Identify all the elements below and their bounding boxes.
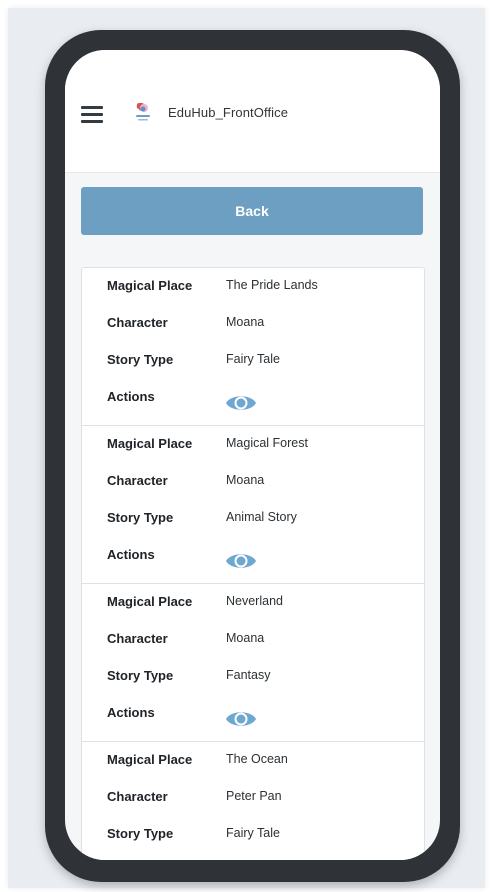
- app-screen: EduHub_FrontOffice Back Magical Place Th…: [65, 50, 440, 860]
- place-value: The Pride Lands: [226, 278, 318, 292]
- character-value: Peter Pan: [226, 789, 282, 803]
- character-value: Moana: [226, 315, 265, 329]
- story-type-label: Story Type: [107, 826, 174, 841]
- place-row: Magical Place Magical Forest: [82, 434, 424, 454]
- story-type-value: Fantasy: [226, 668, 271, 682]
- place-row: Magical Place Neverland: [82, 592, 424, 612]
- records-list: Magical Place The Pride Lands Character …: [81, 267, 425, 860]
- actions-label: Actions: [107, 547, 155, 562]
- character-label: Character: [107, 631, 168, 646]
- app-header: EduHub_FrontOffice: [65, 50, 440, 173]
- story-type-value: Animal Story: [226, 510, 297, 524]
- place-row: Magical Place The Pride Lands: [82, 276, 424, 296]
- story-type-row: Story Type Fairy Tale: [82, 350, 424, 370]
- app-title: EduHub_FrontOffice: [168, 105, 289, 120]
- menu-bar: [81, 113, 103, 116]
- place-value: The Ocean: [226, 752, 288, 766]
- actions-label: Actions: [107, 389, 155, 404]
- story-type-row: Story Type Fairy Tale: [82, 824, 424, 844]
- story-type-label: Story Type: [107, 510, 174, 525]
- character-value: Moana: [226, 473, 265, 487]
- story-type-row: Story Type Animal Story: [82, 508, 424, 528]
- character-label: Character: [107, 473, 168, 488]
- story-type-label: Story Type: [107, 668, 174, 683]
- menu-bar: [81, 106, 103, 109]
- place-label: Magical Place: [107, 278, 193, 293]
- place-label: Magical Place: [107, 752, 193, 767]
- app-logo-icon: [136, 103, 150, 121]
- story-type-value: Fairy Tale: [226, 352, 280, 366]
- character-row: Character Moana: [82, 629, 424, 649]
- eye-icon[interactable]: [225, 550, 257, 572]
- place-row: Magical Place The Ocean: [82, 750, 424, 770]
- actions-label: Actions: [107, 705, 155, 720]
- story-type-value: Fairy Tale: [226, 826, 280, 840]
- character-value: Moana: [226, 631, 265, 645]
- character-row: Character Moana: [82, 313, 424, 333]
- eye-icon[interactable]: [225, 708, 257, 730]
- eye-icon[interactable]: [225, 392, 257, 414]
- character-label: Character: [107, 789, 168, 804]
- menu-bar: [81, 120, 103, 123]
- list-item: Magical Place Neverland Character Moana …: [82, 584, 424, 742]
- place-value: Magical Forest: [226, 436, 308, 450]
- actions-row: Actions: [82, 703, 424, 726]
- list-item: Magical Place The Pride Lands Character …: [82, 268, 424, 426]
- list-item: Magical Place The Ocean Character Peter …: [82, 742, 424, 860]
- story-type-label: Story Type: [107, 352, 174, 367]
- hamburger-menu-icon[interactable]: [81, 106, 103, 124]
- character-row: Character Peter Pan: [82, 787, 424, 807]
- place-value: Neverland: [226, 594, 283, 608]
- place-label: Magical Place: [107, 436, 193, 451]
- actions-row: Actions: [82, 387, 424, 410]
- story-type-row: Story Type Fantasy: [82, 666, 424, 686]
- place-label: Magical Place: [107, 594, 193, 609]
- phone-frame: EduHub_FrontOffice Back Magical Place Th…: [45, 30, 460, 882]
- back-button[interactable]: Back: [81, 187, 423, 235]
- character-row: Character Moana: [82, 471, 424, 491]
- list-item: Magical Place Magical Forest Character M…: [82, 426, 424, 584]
- character-label: Character: [107, 315, 168, 330]
- actions-row: Actions: [82, 545, 424, 568]
